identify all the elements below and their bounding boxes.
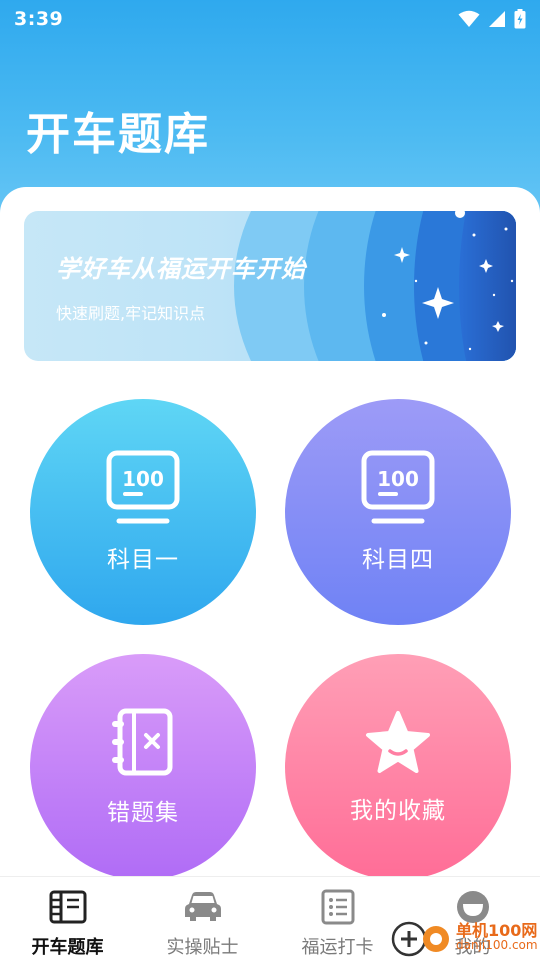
star-icon [366,711,430,773]
subject-four-label: 科目四 [362,547,434,573]
subject-one-label: 科目一 [107,547,179,573]
page-title: 开车题库 [26,109,210,160]
wrong-notebook-icon [112,708,173,776]
book-icon [49,890,86,924]
tab-driving-tips-label: 实操贴士 [166,937,239,958]
tab-question-bank-label: 开车题库 [31,937,104,958]
svg-text:100: 100 [122,467,164,491]
banner-background-art [234,211,516,361]
watermark-logo-icon [391,921,449,957]
battery-icon [514,9,526,29]
tab-check-in-label: 福运打卡 [301,937,374,958]
site-watermark: 单机100网 danji100.com [390,916,540,960]
tab-question-bank[interactable]: 开车题库 [0,877,135,960]
banner-subtitle: 快速刷题,牢记知识点 [56,304,206,323]
checklist-icon [321,889,354,925]
wrong-questions-label: 错题集 [107,800,179,826]
my-favorites-label: 我的收藏 [350,798,446,824]
cell-signal-icon [489,11,505,27]
watermark-line1: 单机100网 [456,921,538,940]
banner-title: 学好车从福运开车开始 [56,255,306,283]
status-time: 3:39 [14,8,64,30]
main-content: 学好车从福运开车开始 快速刷题,牢记知识点 100 科目一 100 科目四 错题… [0,187,540,887]
my-favorites-button[interactable]: 我的收藏 [285,654,511,880]
wrong-questions-button[interactable]: 错题集 [30,654,256,880]
tab-check-in[interactable]: 福运打卡 [270,877,405,960]
watermark-text: 单机100网 danji100.com [456,921,538,953]
watermark-line2: danji100.com [456,938,538,952]
score-100-icon: 100 [361,450,435,524]
subject-four-button[interactable]: 100 科目四 [285,399,511,625]
svg-text:100: 100 [377,467,419,491]
subject-one-button[interactable]: 100 科目一 [30,399,256,625]
promo-banner[interactable]: 学好车从福运开车开始 快速刷题,牢记知识点 [24,211,516,361]
wifi-icon [458,10,480,27]
tab-driving-tips[interactable]: 实操贴士 [135,877,270,960]
status-icons [458,9,526,29]
score-100-icon: 100 [106,450,180,524]
status-bar: 3:39 [0,0,540,38]
car-icon [184,892,221,921]
